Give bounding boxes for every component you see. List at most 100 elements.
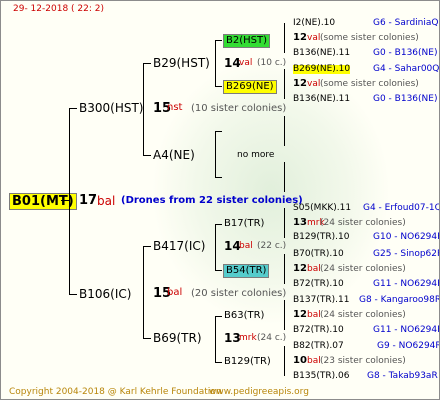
connector <box>143 338 151 339</box>
queen-b63[interactable]: B63(TR) <box>224 311 264 321</box>
bracket <box>284 300 285 330</box>
g4-16-val: bal <box>307 356 321 366</box>
bracket-bottom <box>143 246 144 338</box>
bracket <box>215 131 216 177</box>
connector <box>69 294 77 295</box>
parent-bottom-val: bal <box>167 287 183 298</box>
root-bracket <box>69 108 70 294</box>
g4-15-id[interactable]: B82(TR).07 <box>293 342 344 351</box>
g4-1-val: val <box>307 33 321 43</box>
parent-top-val: nst <box>167 102 183 113</box>
site-link[interactable]: www.pedigreeapis.org <box>209 388 309 397</box>
g4-8-code: G10 - NO6294R <box>373 232 440 242</box>
g4-14-id[interactable]: B72(TR).10 <box>293 326 344 335</box>
g4-1-note: (some sister colonies) <box>320 33 419 43</box>
bracket <box>284 162 285 192</box>
g4-15-code: G9 - NO6294R <box>377 341 440 351</box>
connector <box>215 86 222 87</box>
g4-8-id[interactable]: B129(TR).10 <box>293 233 349 242</box>
a4-note: no more <box>237 150 275 160</box>
connector <box>215 177 222 178</box>
g4-11-code: G11 - NO6294R <box>373 279 440 289</box>
g4-2-code: G0 - B136(NE) <box>373 48 438 58</box>
root-val: bal <box>97 194 116 208</box>
g4-17-id[interactable]: B135(TR).06 <box>293 372 349 381</box>
bracket <box>284 23 285 53</box>
connector <box>61 200 69 201</box>
queen-b29[interactable]: B29(HST) <box>153 57 210 69</box>
connector <box>215 362 222 363</box>
queen-b69[interactable]: B69(TR) <box>153 332 202 344</box>
b29-val: val <box>239 58 253 68</box>
date-stamp: 29- 12-2018 ( 22: 2) <box>13 4 104 14</box>
g4-10-note: (24 sister colonies) <box>320 264 406 274</box>
b417-note: (22 c.) <box>257 241 287 251</box>
connector <box>215 40 222 41</box>
bracket-top <box>143 63 144 155</box>
queen-b417[interactable]: B417(IC) <box>153 240 205 252</box>
g4-12-id[interactable]: B137(TR).11 <box>293 296 349 305</box>
g4-9-id[interactable]: B70(TR).10 <box>293 250 344 259</box>
g4-12-code: G8 - Kangaroo98R <box>359 295 440 305</box>
g4-4-gen: 12 <box>293 78 307 89</box>
g4-0-id[interactable]: I2(NE).10 <box>293 19 335 28</box>
g4-4-note: (some sister colonies) <box>320 79 419 89</box>
copyright-text: Copyright 2004-2018 @ Karl Kehrle Founda… <box>9 387 222 397</box>
queen-b129[interactable]: B129(TR) <box>224 357 271 367</box>
connector <box>143 63 151 64</box>
b417-val: bal <box>239 241 253 251</box>
g4-13-val: bal <box>307 310 321 320</box>
g4-2-id[interactable]: B136(NE).11 <box>293 49 350 58</box>
g4-1-gen: 12 <box>293 32 307 43</box>
queen-b2[interactable]: B2(HST) <box>223 34 271 48</box>
connector <box>143 155 151 156</box>
connector <box>215 316 222 317</box>
queen-a4[interactable]: A4(NE) <box>153 149 195 161</box>
g4-7-note: (24 sister colonies) <box>320 218 406 228</box>
parent-bottom-note: (20 sister colonies) <box>191 288 287 299</box>
g4-14-code: G11 - NO6294R <box>373 325 440 335</box>
connector <box>215 224 222 225</box>
bracket <box>215 40 216 86</box>
queen-b269[interactable]: B269(NE) <box>223 80 277 94</box>
b69-val: mrk <box>239 333 257 343</box>
b69-note: (24 c.) <box>257 333 287 343</box>
bracket <box>284 116 285 146</box>
queen-b54[interactable]: B54(TR) <box>223 264 270 278</box>
parent-top-note: (10 sister colonies) <box>191 103 287 114</box>
connector <box>215 270 222 271</box>
bracket <box>284 208 285 238</box>
bracket <box>215 224 216 270</box>
connector <box>69 108 77 109</box>
g4-6-id[interactable]: S05(MKK).11 <box>293 204 351 213</box>
g4-13-note: (24 sister colonies) <box>320 310 406 320</box>
bracket <box>215 316 216 362</box>
g4-3-id[interactable]: B269(NE).10 <box>293 65 351 74</box>
pedigree-panel: 29- 12-2018 ( 22: 2) B01(MT) 17 bal (Dro… <box>0 0 440 400</box>
watermark-logo <box>151 56 391 326</box>
g4-13-gen: 12 <box>293 309 307 320</box>
g4-16-note: (23 sister colonies) <box>320 356 406 366</box>
queen-b17[interactable]: B17(TR) <box>224 219 264 229</box>
g4-0-code: G6 - SardiniaQ <box>373 18 439 28</box>
root-queen[interactable]: B01(MT) <box>9 193 77 210</box>
g4-5-id[interactable]: B136(NE).11 <box>293 95 350 104</box>
g4-17-code: G8 - Takab93aR <box>367 371 438 381</box>
g4-3-code: G4 - Sahar00Q <box>373 64 440 74</box>
g4-7-gen: 13 <box>293 217 307 228</box>
bracket <box>284 254 285 284</box>
root-note: (Drones from 22 sister colonies) <box>121 195 303 206</box>
bracket <box>284 346 285 376</box>
g4-16-gen: 10 <box>293 355 307 366</box>
g4-4-val: val <box>307 79 321 89</box>
b29-note: (10 c.) <box>257 58 287 68</box>
parent-bottom[interactable]: B106(IC) <box>79 288 131 300</box>
g4-9-code: G25 - Sinop62R <box>373 249 440 259</box>
g4-10-gen: 12 <box>293 263 307 274</box>
connector <box>143 246 151 247</box>
g4-5-code: G0 - B136(NE) <box>373 94 438 104</box>
connector <box>215 131 222 132</box>
g4-10-val: bal <box>307 264 321 274</box>
g4-11-id[interactable]: B72(TR).10 <box>293 280 344 289</box>
parent-top[interactable]: B300(HST) <box>79 102 143 114</box>
